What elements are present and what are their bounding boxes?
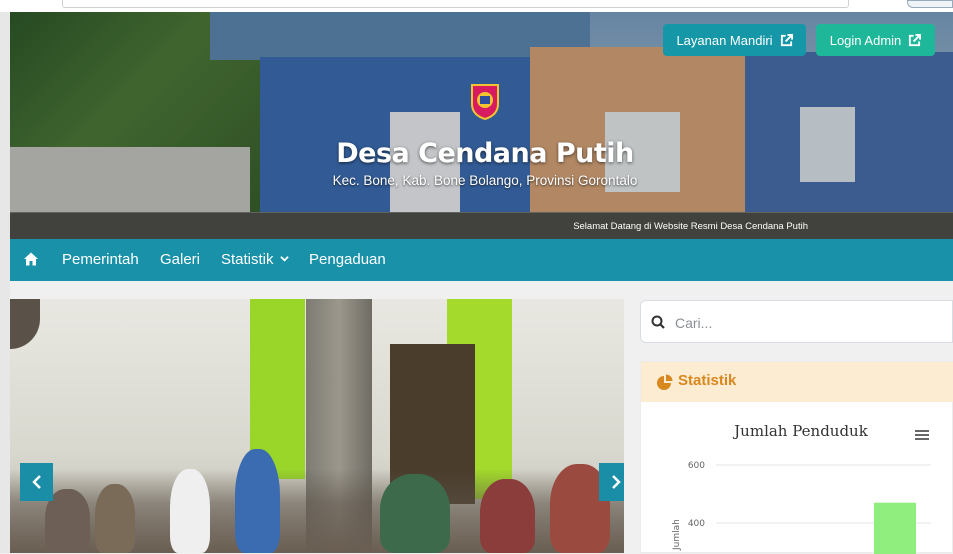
statistik-panel: Statistik Jumlah Penduduk 400 600 Jumlah xyxy=(640,361,953,554)
chevron-left-icon xyxy=(31,475,41,489)
browser-top-strip xyxy=(0,0,953,12)
welcome-text: Selamat Datang di Website Resmi Desa Cen… xyxy=(573,221,808,232)
browser-corner xyxy=(907,0,953,8)
chart-bar[interactable] xyxy=(874,502,916,554)
search-box xyxy=(640,300,953,343)
chevron-down-icon xyxy=(279,256,289,262)
person xyxy=(95,484,135,553)
layanan-mandiri-button[interactable]: Layanan Mandiri xyxy=(663,24,806,56)
person xyxy=(235,449,280,553)
nav-item-galeri[interactable]: Galeri xyxy=(160,239,200,281)
person xyxy=(480,479,535,553)
person xyxy=(170,469,210,553)
site-title: Desa Cendana Putih xyxy=(336,138,634,169)
nav-item-statistik-label: Statistik xyxy=(221,251,274,268)
home-icon[interactable] xyxy=(23,251,39,267)
page-left-edge xyxy=(0,12,10,553)
site-subtitle: Kec. Bone, Kab. Bone Bolango, Provinsi G… xyxy=(332,173,638,188)
hero-overlay xyxy=(10,12,953,239)
layanan-mandiri-label: Layanan Mandiri xyxy=(676,32,773,48)
search-icon xyxy=(651,315,665,329)
hamburger-menu-icon[interactable] xyxy=(915,429,929,441)
village-logo-icon xyxy=(471,84,499,120)
person xyxy=(380,474,450,553)
main-navbar: Pemerintah Galeri Statistik Pengaduan xyxy=(10,239,953,281)
chevron-right-icon xyxy=(611,475,621,489)
y-tick-label: 600 xyxy=(688,461,705,471)
login-admin-label: Login Admin xyxy=(829,32,902,48)
external-link-icon xyxy=(909,33,922,46)
external-link-icon xyxy=(780,33,793,46)
y-tick-label: 400 xyxy=(688,519,705,529)
chart-title: Jumlah Penduduk xyxy=(734,422,868,440)
login-admin-button[interactable]: Login Admin xyxy=(816,24,935,56)
hero-banner xyxy=(10,12,953,239)
y-axis-label: Jumlah xyxy=(672,519,682,551)
pie-chart-icon xyxy=(657,374,673,390)
nav-item-statistik[interactable]: Statistik xyxy=(221,239,289,281)
nav-item-pengaduan[interactable]: Pengaduan xyxy=(309,239,386,281)
carousel-prev-button[interactable] xyxy=(20,463,53,501)
photo-carousel[interactable] xyxy=(10,299,624,553)
population-chart: 400 600 Jumlah xyxy=(672,461,931,554)
statistik-header: Statistik xyxy=(641,362,953,402)
carousel-next-button[interactable] xyxy=(599,463,624,501)
search-input[interactable] xyxy=(673,311,937,335)
statistik-title: Statistik xyxy=(678,372,737,389)
nav-item-pemerintah[interactable]: Pemerintah xyxy=(62,239,139,281)
address-bar[interactable] xyxy=(62,0,849,8)
